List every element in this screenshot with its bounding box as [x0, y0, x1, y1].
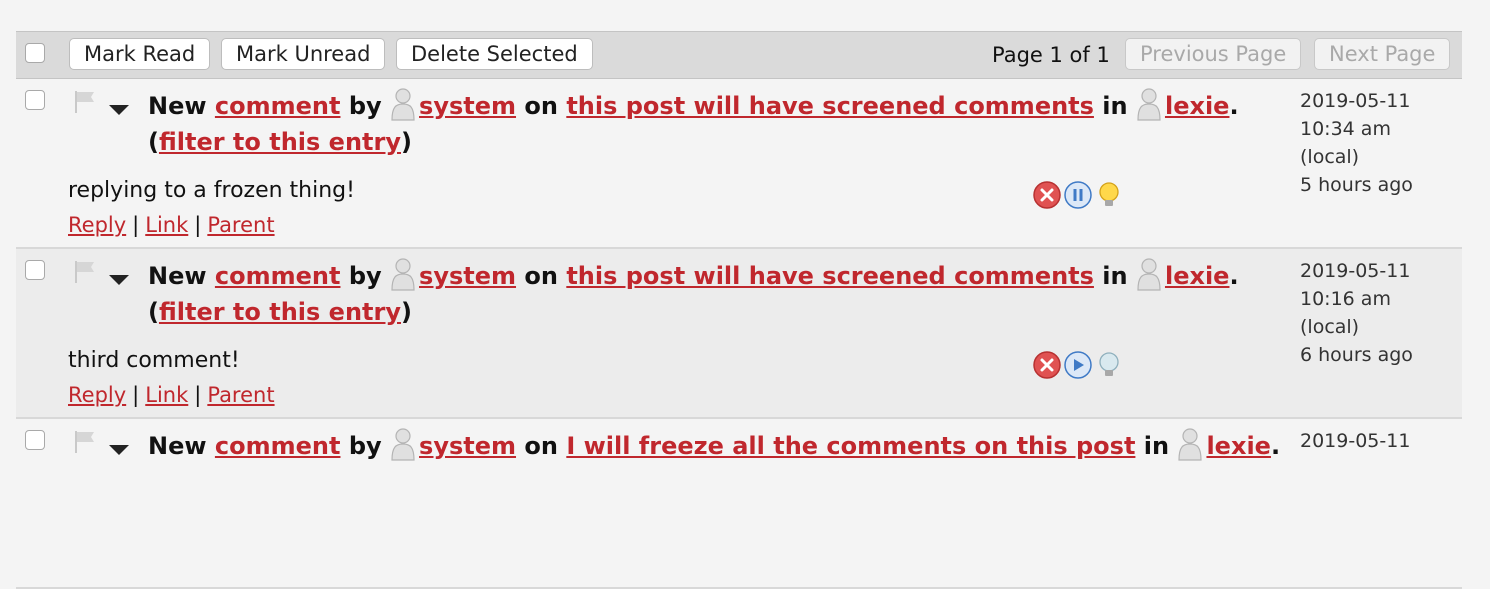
- row-checkbox[interactable]: [25, 90, 45, 110]
- relative-time: 5 hours ago: [1300, 174, 1413, 196]
- headline-in: in: [1102, 262, 1128, 290]
- comment-timestamp: 2019-05-11 10:34 am (local) 5 hours ago: [1300, 87, 1413, 199]
- time: 10:34 am: [1300, 118, 1391, 140]
- page-info: Page 1 of 1: [992, 43, 1110, 67]
- notification-row: New comment by system on this post will …: [16, 79, 1462, 249]
- comment-timestamp: 2019-05-11 10:16 am (local) 6 hours ago: [1300, 257, 1413, 369]
- user-icon: [391, 88, 415, 121]
- paren-open: (: [148, 298, 159, 326]
- divider: |: [132, 383, 140, 407]
- date: 2019-05-11: [1300, 90, 1411, 112]
- user-link[interactable]: system: [419, 432, 516, 460]
- relative-time: 6 hours ago: [1300, 344, 1413, 366]
- user-link[interactable]: system: [419, 262, 516, 290]
- paren-close: ): [400, 298, 412, 326]
- previous-page-button[interactable]: Previous Page: [1125, 38, 1302, 70]
- notification-row: New comment by system on this post will …: [16, 249, 1462, 419]
- headline-period: .: [1229, 92, 1239, 120]
- headline-on: on: [524, 262, 558, 290]
- post-link[interactable]: this post will have screened comments: [566, 92, 1094, 120]
- journal-user-icon: [1137, 88, 1161, 121]
- mark-read-button[interactable]: Mark Read: [69, 38, 211, 70]
- headline-on: on: [524, 92, 558, 120]
- inbox-panel: Mark Read Mark Unread Delete Selected Pa…: [16, 31, 1462, 589]
- divider: |: [132, 213, 140, 237]
- divider: |: [194, 213, 202, 237]
- notification-headline: New comment by system on this post will …: [148, 257, 1278, 330]
- inbox-toolbar: Mark Read Mark Unread Delete Selected Pa…: [16, 31, 1462, 79]
- parent-link[interactable]: Parent: [207, 383, 274, 407]
- headline-in: in: [1102, 92, 1128, 120]
- comment-body: replying to a frozen thing!: [68, 178, 355, 203]
- reply-link[interactable]: Reply: [68, 213, 126, 237]
- expand-arrow-icon[interactable]: [109, 445, 129, 455]
- headline-period: .: [1229, 262, 1239, 290]
- comment-actions: Reply | Link | Parent: [68, 381, 275, 409]
- journal-user-icon: [1178, 428, 1203, 461]
- expand-arrow-icon[interactable]: [109, 275, 129, 285]
- link-link[interactable]: Link: [145, 383, 188, 407]
- filter-to-entry-link[interactable]: filter to this entry: [159, 128, 401, 156]
- post-link[interactable]: this post will have screened comments: [566, 262, 1094, 290]
- freeze-icon[interactable]: [1063, 180, 1093, 210]
- headline-by: by: [348, 262, 382, 290]
- timezone: (local): [1300, 316, 1360, 338]
- post-link[interactable]: I will freeze all the comments on this p…: [566, 432, 1135, 460]
- comment-actions: Reply | Link | Parent: [68, 211, 275, 239]
- comment-link[interactable]: comment: [215, 432, 341, 460]
- time: 10:16 am: [1300, 288, 1391, 310]
- link-link[interactable]: Link: [145, 213, 188, 237]
- comment-body: third comment!: [68, 348, 240, 373]
- journal-user-icon: [1137, 258, 1161, 291]
- filter-to-entry-link[interactable]: filter to this entry: [159, 298, 401, 326]
- row-checkbox[interactable]: [25, 260, 45, 280]
- notification-headline: New comment by system on this post will …: [148, 87, 1278, 160]
- expand-arrow-icon[interactable]: [109, 105, 129, 115]
- paren-open: (: [148, 128, 159, 156]
- headline-by: by: [348, 92, 382, 120]
- headline-new: New: [148, 432, 207, 460]
- screen-icon[interactable]: [1094, 180, 1124, 210]
- unfreeze-icon[interactable]: [1063, 350, 1093, 380]
- headline-period: .: [1270, 432, 1281, 460]
- comment-timestamp: 2019-05-11: [1300, 427, 1410, 455]
- journal-link[interactable]: lexie: [1165, 92, 1230, 120]
- user-link[interactable]: system: [419, 92, 516, 120]
- headline-new: New: [148, 262, 207, 290]
- delete-icon[interactable]: [1032, 350, 1062, 380]
- comment-link[interactable]: comment: [215, 262, 341, 290]
- comment-status-icons: [1032, 180, 1125, 210]
- comment-link[interactable]: comment: [215, 92, 341, 120]
- delete-icon[interactable]: [1032, 180, 1062, 210]
- flag-icon[interactable]: [74, 90, 96, 114]
- mark-unread-button[interactable]: Mark Unread: [221, 38, 386, 70]
- user-icon: [391, 428, 415, 461]
- date: 2019-05-11: [1300, 260, 1411, 282]
- unscreen-icon[interactable]: [1094, 350, 1124, 380]
- headline-new: New: [148, 92, 207, 120]
- headline-in: in: [1143, 432, 1170, 460]
- journal-link[interactable]: lexie: [1206, 432, 1271, 460]
- delete-selected-button[interactable]: Delete Selected: [396, 38, 593, 70]
- divider: |: [194, 383, 202, 407]
- comment-status-icons: [1032, 350, 1125, 380]
- select-all-checkbox[interactable]: [25, 43, 45, 63]
- journal-link[interactable]: lexie: [1165, 262, 1230, 290]
- date: 2019-05-11: [1300, 430, 1411, 452]
- notification-row: New comment by system on I will freeze a…: [16, 419, 1462, 589]
- next-page-button[interactable]: Next Page: [1314, 38, 1451, 70]
- flag-icon[interactable]: [74, 260, 96, 284]
- paren-close: ): [400, 128, 412, 156]
- user-icon: [391, 258, 415, 291]
- timezone: (local): [1300, 146, 1360, 168]
- parent-link[interactable]: Parent: [207, 213, 274, 237]
- flag-icon[interactable]: [74, 430, 96, 454]
- notification-headline: New comment by system on I will freeze a…: [148, 427, 1281, 464]
- headline-by: by: [348, 432, 382, 460]
- reply-link[interactable]: Reply: [68, 383, 126, 407]
- headline-on: on: [524, 432, 558, 460]
- row-checkbox[interactable]: [25, 430, 45, 450]
